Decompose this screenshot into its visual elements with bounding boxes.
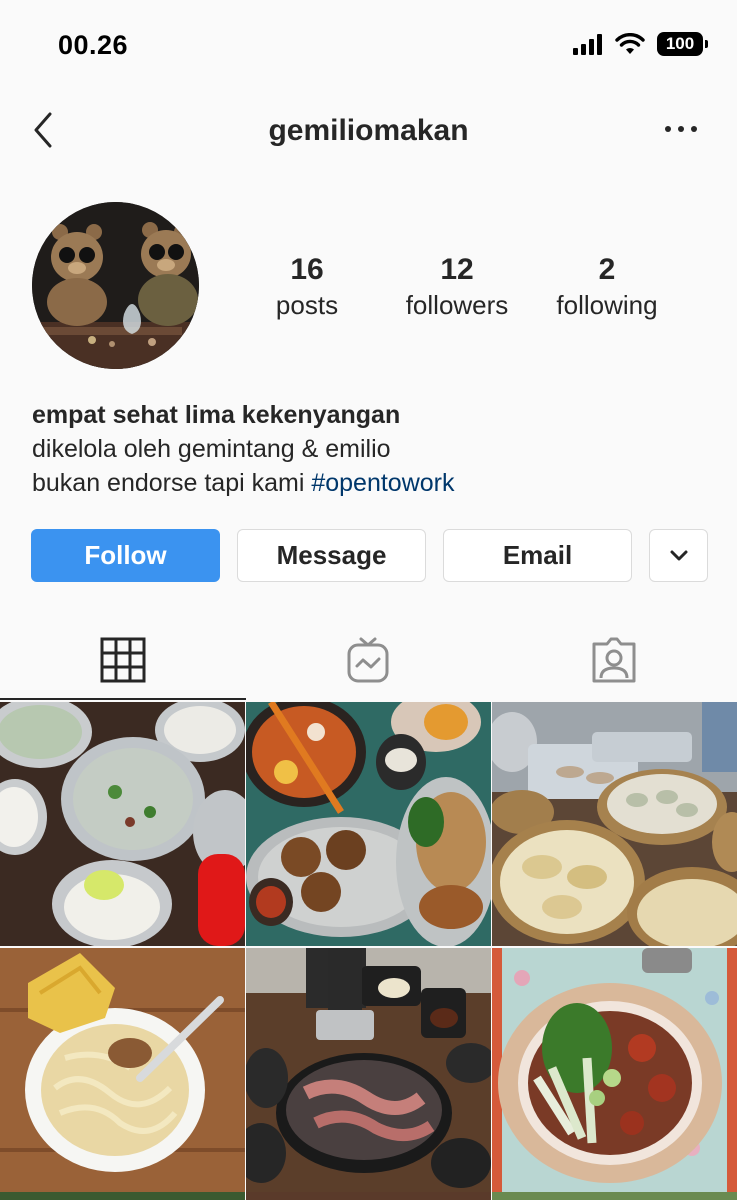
stat-followers-label: followers [405,290,509,320]
food-photo-noodle-soup [0,948,245,1192]
profile-avatar[interactable] [32,202,199,369]
profile-username: gemiliomakan [268,114,469,147]
profile-bio: empat sehat lima kekenyangan dikelola ol… [32,398,712,500]
grid-icon [100,637,146,683]
tagged-icon [592,637,636,683]
bio-line-1: dikelola oleh gemintang & emilio [32,435,391,463]
avatar-teddy-bears-image [32,202,199,369]
grid-post-soup-rice[interactable] [0,702,245,946]
stat-posts-count: 16 [290,253,324,286]
bio-line-2-text: bukan endorse tapi kami [32,469,312,497]
food-photo-dumpling-baskets [492,702,737,946]
next-row-peek [0,1192,737,1200]
food-photo-soup-rice [0,702,245,946]
stat-posts-label: posts [275,290,339,320]
stat-followers[interactable]: 12 followers [382,252,532,322]
more-dots-icon [665,126,697,132]
status-time: 00.26 [58,30,129,60]
posts-grid [0,702,737,1192]
food-photo-noodle-platter [246,702,491,946]
igtv-icon [347,637,389,683]
grid-post-dumpling-baskets[interactable] [492,702,737,946]
stat-posts[interactable]: 16 posts [232,252,382,322]
bio-line-2: bukan endorse tapi kami #opentowork [32,466,712,500]
stat-following-count: 2 [598,253,616,286]
cellular-signal-icon [573,34,602,55]
wifi-icon [615,33,645,54]
profile-actions: Follow Message Email [31,529,708,582]
chevron-down-icon [670,550,687,560]
tab-posts-grid[interactable] [0,620,246,700]
stat-following-label: following [556,290,658,320]
food-photo-grill-bbq [246,948,491,1192]
message-button[interactable]: Message [237,529,426,582]
hashtag-link[interactable]: #opentowork [311,469,454,497]
stat-following[interactable]: 2 following [532,252,682,322]
grid-post-noodle-soup[interactable] [0,948,245,1192]
grid-post-claypot[interactable] [492,948,737,1192]
battery-level: 100 [665,34,695,53]
food-photo-claypot [492,948,737,1192]
status-indicators: 100 [573,32,708,56]
grid-post-grill-bbq[interactable] [246,948,491,1192]
more-options-button[interactable] [663,114,699,144]
tab-igtv[interactable] [246,620,492,700]
tab-tagged[interactable] [491,620,737,700]
profile-tabs [0,620,737,700]
profile-stats: 16 posts 12 followers 2 following [232,252,682,322]
grid-post-noodle-platter[interactable] [246,702,491,946]
follow-button[interactable]: Follow [31,529,220,582]
bio-display-name: empat sehat lima kekenyangan [32,401,401,429]
battery-icon: 100 [657,32,708,56]
profile-header: gemiliomakan [0,100,737,160]
stat-followers-count: 12 [440,253,474,286]
suggested-accounts-button[interactable] [649,529,708,582]
status-bar: 00.26 100 [0,0,737,92]
email-button[interactable]: Email [443,529,632,582]
